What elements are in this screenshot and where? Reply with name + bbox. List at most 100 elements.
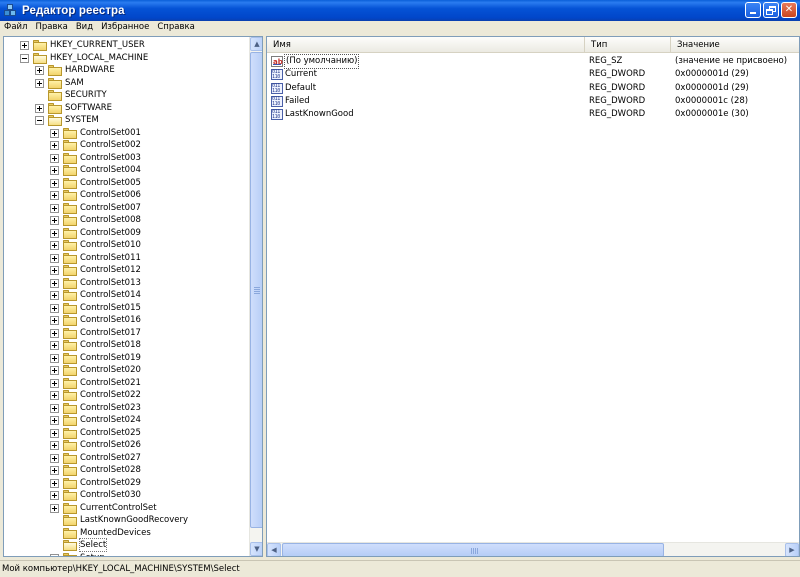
expand-plus-icon[interactable] <box>50 303 59 313</box>
tree-key-controlset[interactable]: ControlSet005 <box>4 177 248 190</box>
value-row[interactable]: 011 110 Default REG_DWORD 0x0000001d (29) <box>267 82 799 95</box>
expand-plus-icon[interactable] <box>50 416 59 425</box>
tree-key-controlset[interactable]: ControlSet022 <box>4 389 248 402</box>
tree-key-controlset[interactable]: ControlSet014 <box>4 289 248 302</box>
collapse-minus-icon[interactable] <box>35 116 44 125</box>
menu-help[interactable]: Справка <box>153 21 198 34</box>
tree-key-controlset[interactable]: ControlSet001 <box>4 127 248 140</box>
tree-key-sam[interactable]: SAM <box>4 77 248 90</box>
tree-key-controlset[interactable]: ControlSet024 <box>4 414 248 427</box>
tree-key-controlset[interactable]: ControlSet013 <box>4 277 248 290</box>
tree-key-system-child[interactable]: Setup <box>4 552 248 556</box>
tree-key-controlset[interactable]: ControlSet019 <box>4 352 248 365</box>
registry-tree[interactable]: HKEY_CURRENT_USER HKEY_LOCAL_MACHINE HARDW… <box>3 36 263 557</box>
expand-plus-icon[interactable] <box>50 491 59 500</box>
tree-key-software[interactable]: SOFTWARE <box>4 102 248 115</box>
expand-plus-icon[interactable] <box>50 178 59 188</box>
expand-plus-icon[interactable] <box>50 291 59 300</box>
column-name-header[interactable]: Имя <box>267 37 585 53</box>
expand-plus-icon[interactable] <box>50 366 59 375</box>
expand-plus-icon[interactable] <box>35 103 44 113</box>
expand-plus-icon[interactable] <box>50 241 59 250</box>
value-row[interactable]: 011 110 Failed REG_DWORD 0x0000001c (28) <box>267 95 799 108</box>
expand-plus-icon[interactable] <box>50 441 59 450</box>
expand-plus-icon[interactable] <box>50 128 59 138</box>
tree-key-controlset[interactable]: ControlSet025 <box>4 427 248 440</box>
value-row[interactable]: ab (По умолчанию) REG_SZ (значение не присв… <box>267 54 799 69</box>
scroll-right-button[interactable]: ▶ <box>785 543 799 556</box>
tree-vertical-scrollbar[interactable]: ▲ ▼ <box>249 37 262 556</box>
expand-plus-icon[interactable] <box>50 391 59 400</box>
menu-edit[interactable]: Правка <box>31 21 71 34</box>
tree-key-controlset[interactable]: ControlSet028 <box>4 464 248 477</box>
tree-key-hardware[interactable]: HARDWARE <box>4 64 248 77</box>
expand-plus-icon[interactable] <box>50 353 59 363</box>
tree-key-controlset[interactable]: ControlSet021 <box>4 377 248 390</box>
scroll-up-button[interactable]: ▲ <box>250 37 262 51</box>
expand-plus-icon[interactable] <box>50 253 59 263</box>
tree-key-controlset[interactable]: ControlSet011 <box>4 252 248 265</box>
tree-key-system-child[interactable]: CurrentControlSet <box>4 502 248 515</box>
expand-plus-icon[interactable] <box>50 341 59 350</box>
expand-plus-icon[interactable] <box>50 191 59 200</box>
expand-plus-icon[interactable] <box>50 553 59 556</box>
expand-plus-icon[interactable] <box>50 466 59 475</box>
title-bar[interactable]: Редактор реестра ✕ <box>0 0 800 21</box>
tree-key-controlset[interactable]: ControlSet010 <box>4 239 248 252</box>
menu-view[interactable]: Вид <box>72 21 97 34</box>
expand-plus-icon[interactable] <box>50 203 59 213</box>
values-list[interactable]: Имя Тип Значение ab (По умолчанию) REG_SZ (… <box>266 36 800 557</box>
tree-key-controlset[interactable]: ControlSet004 <box>4 164 248 177</box>
expand-plus-icon[interactable] <box>50 166 59 175</box>
tree-key-controlset[interactable]: ControlSet029 <box>4 477 248 490</box>
tree-key-system-child[interactable]: LastKnownGoodRecovery <box>4 514 248 527</box>
tree-key-security[interactable]: SECURITY <box>4 89 248 102</box>
expand-plus-icon[interactable] <box>35 66 44 75</box>
tree-key-controlset[interactable]: ControlSet030 <box>4 489 248 502</box>
tree-key-controlset[interactable]: ControlSet006 <box>4 189 248 202</box>
minimize-button[interactable] <box>745 2 761 18</box>
expand-plus-icon[interactable] <box>20 41 29 50</box>
expand-plus-icon[interactable] <box>50 478 59 488</box>
tree-key-controlset[interactable]: ControlSet017 <box>4 327 248 340</box>
tree-key-controlset[interactable]: ControlSet002 <box>4 139 248 152</box>
expand-plus-icon[interactable] <box>50 216 59 225</box>
expand-plus-icon[interactable] <box>35 78 44 88</box>
tree-key-controlset[interactable]: ControlSet020 <box>4 364 248 377</box>
tree-key-controlset[interactable]: ControlSet015 <box>4 302 248 315</box>
tree-key-controlset[interactable]: ControlSet026 <box>4 439 248 452</box>
expand-plus-icon[interactable] <box>50 153 59 163</box>
tree-key-controlset[interactable]: ControlSet008 <box>4 214 248 227</box>
expand-plus-icon[interactable] <box>50 403 59 413</box>
tree-key-controlset[interactable]: ControlSet012 <box>4 264 248 277</box>
expand-plus-icon[interactable] <box>50 428 59 438</box>
tree-key-system[interactable]: SYSTEM <box>4 114 248 127</box>
tree-key-controlset[interactable]: ControlSet023 <box>4 402 248 415</box>
column-type-header[interactable]: Тип <box>585 37 671 53</box>
expand-plus-icon[interactable] <box>50 328 59 338</box>
expand-plus-icon[interactable] <box>50 453 59 463</box>
tree-key-controlset[interactable]: ControlSet009 <box>4 227 248 240</box>
tree-key-system-child[interactable]: Select <box>4 538 248 552</box>
list-scroll-thumb[interactable] <box>282 543 664 556</box>
expand-plus-icon[interactable] <box>50 316 59 325</box>
column-value-header[interactable]: Значение <box>671 37 799 53</box>
tree-key-controlset[interactable]: ControlSet007 <box>4 202 248 215</box>
tree-key-controlset[interactable]: ControlSet016 <box>4 314 248 327</box>
tree-key-hklm[interactable]: HKEY_LOCAL_MACHINE <box>4 52 248 65</box>
list-horizontal-scrollbar[interactable]: ◀ ▶ <box>267 542 799 556</box>
expand-plus-icon[interactable] <box>50 228 59 238</box>
tree-scroll-thumb[interactable] <box>250 52 262 528</box>
collapse-minus-icon[interactable] <box>20 53 29 63</box>
expand-plus-icon[interactable] <box>50 278 59 288</box>
scroll-left-button[interactable]: ◀ <box>267 543 281 556</box>
close-button[interactable]: ✕ <box>781 2 797 18</box>
value-row[interactable]: 011 110 LastKnownGood REG_DWORD 0x0000001e (… <box>267 108 799 121</box>
expand-plus-icon[interactable] <box>50 378 59 388</box>
value-row[interactable]: 011 110 Current REG_DWORD 0x0000001d (29) <box>267 68 799 81</box>
expand-plus-icon[interactable] <box>50 503 59 513</box>
menu-favorites[interactable]: Избранное <box>97 21 153 34</box>
menu-file[interactable]: Файл <box>0 21 31 34</box>
tree-key-controlset[interactable]: ControlSet018 <box>4 339 248 352</box>
maximize-button[interactable] <box>763 2 779 18</box>
